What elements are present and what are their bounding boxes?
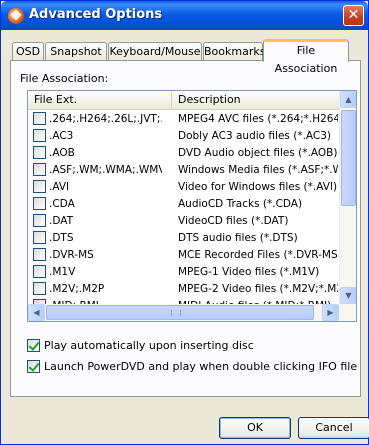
table-row[interactable]: .DTS DTS audio files (*.DTS) [28,230,340,247]
description-cell: DTS audio files (*.DTS) [178,232,298,244]
scroll-right-button[interactable]: ▶ [322,304,339,321]
description-cell: VideoCD files (*.DAT) [178,215,289,227]
table-row[interactable]: .DAT VideoCD files (*.DAT) [28,213,340,230]
titlebar[interactable]: Advanced Options ✕ [1,1,368,30]
row-checkbox[interactable] [33,214,46,227]
launch-ifo-checkbox[interactable]: Launch PowerDVD and play when double cli… [27,359,357,375]
column-file-ext[interactable]: File Ext. [28,91,172,110]
tab-bookmarks[interactable]: Bookmarks [203,42,265,61]
table-row[interactable]: .CDA AudioCD Tracks (*.CDA) [28,196,340,213]
description-cell: MPEG-1 Video files (*.M1V) [178,266,320,278]
file-ext-cell: .AOB [49,147,75,159]
file-ext-cell: .DTS [49,232,74,244]
table-row[interactable]: .AVI Video for Windows files (*.AVI) [28,179,340,196]
file-association-label: File Association: [20,72,109,85]
window-title: Advanced Options [29,7,163,22]
column-description[interactable]: Description [172,91,340,110]
description-cell: Windows Media files (*.ASF;*.WM;* [178,164,338,176]
chevron-right-icon: ▶ [327,308,334,317]
file-ext-cell: .AC3 [49,130,74,142]
list-rows: .264;.H264;.26L;.JVT;.... MPEG4 AVC files… [28,111,340,315]
description-cell: DVD Audio object files (*.AOB) [178,147,338,159]
row-checkbox[interactable] [33,231,46,244]
scroll-left-button[interactable]: ◀ [28,304,45,321]
ok-button[interactable]: OK [219,417,291,439]
play-automatically-label: Play automatically upon inserting disc [44,339,254,352]
play-automatically-checkbox[interactable]: Play automatically upon inserting disc [27,338,327,354]
row-checkbox[interactable] [33,129,46,142]
table-row[interactable]: .264;.H264;.26L;.JVT;.... MPEG4 AVC files… [28,111,340,128]
file-ext-cell: .CDA [49,198,75,210]
chevron-left-icon: ◀ [33,308,40,317]
chevron-down-icon: ▼ [345,291,352,300]
row-checkbox[interactable] [33,146,46,159]
scroll-up-button[interactable]: ▲ [340,91,356,108]
file-ext-cell: .DAT [49,215,74,227]
scroll-grip [171,310,181,316]
description-cell: Dobly AC3 audio files (*.AC3) [178,130,332,142]
table-row[interactable]: .AOB DVD Audio object files (*.AOB) [28,145,340,162]
tab-file-association[interactable]: File Association [263,39,349,75]
tab-keyboard-mouse[interactable]: Keyboard/Mouse [108,42,202,61]
file-ext-cell: .AVI [49,181,70,193]
horizontal-scrollbar[interactable]: ◀ ▶ [28,304,356,321]
table-row[interactable]: .M2V;.M2P MPEG-2 Video files (*.M2V;*.M2P… [28,281,340,298]
file-ext-cell: .DVR-MS [49,249,94,261]
checkbox-checked[interactable] [27,360,40,373]
tab-snapshot[interactable]: Snapshot [45,42,107,61]
tab-strip: OSD Snapshot Keyboard/Mouse Bookmarks Fi… [10,39,361,75]
close-button[interactable]: ✕ [343,5,364,26]
row-checkbox[interactable] [33,282,46,295]
row-checkbox[interactable] [33,112,46,125]
file-association-list[interactable]: File Ext. Description .264;.H264;.26L;.J… [27,90,357,322]
checkbox-checked[interactable] [27,339,40,352]
vertical-scroll-thumb[interactable] [341,110,356,206]
advanced-options-window: Advanced Options ✕ OSD Snapshot Keyboard… [0,0,369,445]
table-row[interactable]: .M1V MPEG-1 Video files (*.M1V) [28,264,340,281]
file-ext-cell: .ASF;.WM;.WMA;.WMV [49,164,162,176]
file-ext-cell: .M1V [49,266,76,278]
scroll-down-button[interactable]: ▼ [340,287,356,304]
description-cell: MPEG4 AVC files (*.264;*.H264;*.26 [178,113,338,125]
cancel-button[interactable]: Cancel [298,417,369,439]
row-checkbox[interactable] [33,163,46,176]
description-cell: MPEG-2 Video files (*.M2V;*.M2P) [178,283,338,295]
file-ext-cell: .264;.H264;.26L;.JVT;.... [49,113,162,125]
list-header: File Ext. Description [28,91,340,110]
row-checkbox[interactable] [33,248,46,261]
row-checkbox[interactable] [33,180,46,193]
description-cell: Video for Windows files (*.AVI) [178,181,338,193]
chevron-up-icon: ▲ [345,95,352,104]
row-checkbox[interactable] [33,197,46,210]
table-row[interactable]: .ASF;.WM;.WMA;.WMV Windows Media files (*… [28,162,340,179]
description-cell: AudioCD Tracks (*.CDA) [178,198,303,210]
vertical-scrollbar[interactable]: ▲ ▼ [339,91,356,304]
table-row[interactable]: .AC3 Dobly AC3 audio files (*.AC3) [28,128,340,145]
horizontal-scroll-thumb[interactable] [46,305,314,320]
close-icon: ✕ [347,7,360,23]
table-row[interactable]: .DVR-MS MCE Recorded Files (*.DVR-MS) [28,247,340,264]
tab-osd[interactable]: OSD [12,42,44,61]
powerdvd-icon [8,8,24,24]
launch-ifo-label: Launch PowerDVD and play when double cli… [44,360,358,373]
file-ext-cell: .M2V;.M2P [49,283,105,295]
row-checkbox[interactable] [33,265,46,278]
description-cell: MCE Recorded Files (*.DVR-MS) [178,249,338,261]
